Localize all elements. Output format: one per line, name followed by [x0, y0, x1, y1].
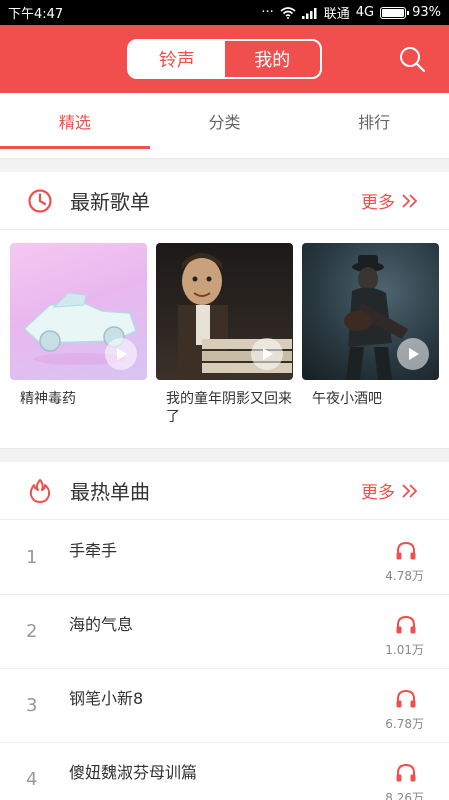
- headphones-icon[interactable]: [395, 541, 417, 561]
- playlist-grid: 精神毒药 我的童年阴影又回来了 午夜小酒吧: [0, 234, 449, 448]
- play-count: 6.78万: [385, 717, 424, 731]
- status-right: ··· 联通 4G 93%: [261, 3, 441, 22]
- song-title: 手牵手: [69, 541, 118, 560]
- wifi-icon: [280, 6, 296, 19]
- playlist-name: 精神毒药: [20, 391, 76, 407]
- play-icon[interactable]: [105, 338, 137, 370]
- play-count: 8.26万: [385, 791, 424, 800]
- headphones-icon[interactable]: [395, 763, 417, 783]
- more-singles-button[interactable]: 更多: [361, 478, 419, 503]
- song-title: 钢笔小新8: [69, 689, 144, 708]
- headphones-icon[interactable]: [395, 689, 417, 709]
- play-count: 4.78万: [385, 569, 424, 583]
- status-carrier: 联通: [323, 7, 350, 22]
- play-icon[interactable]: [397, 338, 429, 370]
- more-dots-icon: ···: [261, 5, 274, 20]
- section-latest-playlists: 最新歌单 更多: [0, 172, 449, 230]
- song-index: 4: [26, 769, 38, 790]
- status-bar: 下午4:47 ··· 联通 4G 93%: [0, 0, 449, 25]
- play-icon[interactable]: [251, 338, 283, 370]
- status-battery: 93%: [412, 5, 441, 20]
- playlist-card[interactable]: 午夜小酒吧: [302, 243, 439, 408]
- section-title: 最热单曲: [70, 480, 150, 504]
- song-row[interactable]: 3 钢笔小新8 6.78万: [0, 669, 449, 743]
- song-index: 3: [26, 695, 38, 716]
- double-chevron-right-icon: [402, 193, 418, 208]
- search-icon[interactable]: [398, 45, 426, 73]
- song-index: 2: [26, 621, 38, 642]
- song-row[interactable]: 1 手牵手 4.78万: [0, 521, 449, 595]
- song-title: 海的气息: [69, 615, 134, 634]
- playlist-cover: [10, 243, 147, 380]
- song-row[interactable]: 2 海的气息 1.01万: [0, 595, 449, 669]
- song-title: 傻妞魏淑芬母训篇: [69, 763, 198, 782]
- more-playlists-button[interactable]: 更多: [361, 188, 419, 213]
- tab-featured[interactable]: 精选: [0, 93, 150, 149]
- playlist-cover: [156, 243, 293, 380]
- status-time: 下午4:47: [8, 7, 64, 22]
- playlist-name: 午夜小酒吧: [312, 391, 382, 407]
- section-divider: [0, 158, 449, 172]
- clock-icon: [28, 188, 52, 213]
- section-title: 最新歌单: [70, 190, 150, 214]
- tab-ringtones[interactable]: 铃声: [129, 41, 225, 77]
- playlist-cover: [302, 243, 439, 380]
- song-row[interactable]: 4 傻妞魏淑芬母训篇 8.26万: [0, 743, 449, 800]
- tab-categories[interactable]: 分类: [150, 93, 300, 149]
- flame-icon: [29, 478, 51, 503]
- playlist-name: 我的童年阴影又回来了: [166, 391, 292, 425]
- tab-rankings[interactable]: 排行: [299, 93, 449, 149]
- tab-mine[interactable]: 我的: [225, 41, 321, 77]
- more-label: 更多: [361, 483, 395, 503]
- playlist-card[interactable]: 我的童年阴影又回来了: [156, 243, 293, 426]
- battery-icon: [380, 6, 410, 19]
- double-chevron-right-icon: [402, 483, 418, 498]
- category-tabs: 精选 分类 排行: [0, 93, 449, 149]
- section-divider: [0, 448, 449, 462]
- app-header: 铃声 我的: [0, 25, 449, 93]
- section-hot-singles: 最热单曲 更多: [0, 462, 449, 520]
- segmented-control: 铃声 我的: [127, 39, 322, 79]
- headphones-icon[interactable]: [395, 615, 417, 635]
- more-label: 更多: [361, 193, 395, 213]
- play-count: 1.01万: [385, 643, 424, 657]
- signal-icon: [301, 7, 317, 19]
- playlist-card[interactable]: 精神毒药: [10, 243, 147, 408]
- status-network: 4G: [355, 5, 375, 20]
- song-index: 1: [26, 547, 38, 568]
